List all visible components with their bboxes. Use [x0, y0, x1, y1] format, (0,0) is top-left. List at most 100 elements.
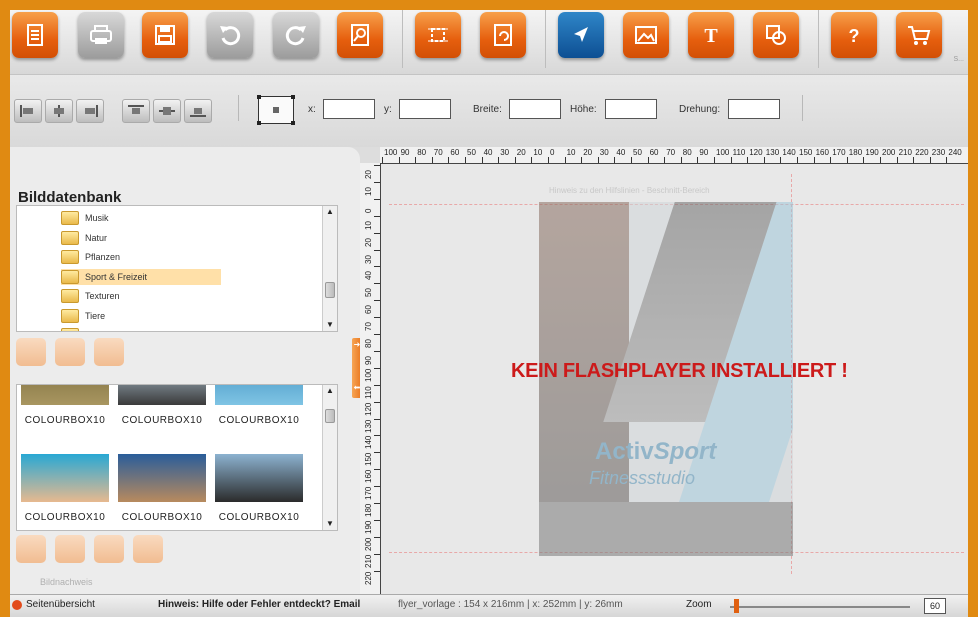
ruler-label: 80 — [417, 148, 427, 157]
folder-item[interactable]: Natur — [61, 230, 107, 246]
vertical-ruler: 20 10 0 10 20 30 40 50 60 70 80 90 100 110 120 130 140 15… — [360, 163, 381, 594]
ruler-label: 150 — [364, 452, 373, 467]
folder-item[interactable]: Pflanzen — [61, 249, 120, 265]
align-middle-button[interactable] — [153, 99, 181, 123]
thumbnail-caption: COLOURBOX10 — [218, 512, 300, 523]
thumbnail-caption: COLOURBOX10 — [218, 415, 300, 426]
gallery-thumbnail[interactable] — [21, 385, 109, 405]
y-input[interactable] — [399, 99, 451, 119]
redo-button[interactable] — [273, 12, 319, 58]
ruler-label: 100 — [384, 148, 398, 157]
document-button[interactable] — [12, 12, 58, 58]
library-action-button[interactable] — [55, 338, 85, 366]
zoom-input[interactable]: 60 — [924, 598, 946, 614]
scroll-thumb[interactable] — [325, 409, 335, 423]
ruler-label: 80 — [364, 339, 373, 348]
ruler-label: 170 — [364, 486, 373, 501]
folder-label: Tiere — [85, 310, 106, 321]
ruler-label: 100 — [716, 148, 730, 157]
image-tool-button[interactable] — [623, 12, 669, 58]
canvas-hint: Hinweis zu den Hilfslinien - Beschnitt-B… — [549, 186, 710, 195]
folder-item[interactable]: Urlaub & Reisen — [61, 327, 151, 331]
ruler-label: 180 — [364, 503, 373, 517]
ruler-label: 50 — [467, 148, 476, 157]
gallery-thumbnail[interactable] — [215, 385, 303, 405]
rotation-input[interactable] — [728, 99, 780, 119]
ruler-label: 210 — [364, 554, 373, 568]
ruler-tick — [374, 536, 380, 538]
width-input[interactable] — [509, 99, 561, 119]
align-left-button[interactable] — [14, 99, 42, 123]
x-input[interactable] — [323, 99, 375, 119]
help-hint[interactable]: Hinweis: Hilfe oder Fehler entdeckt? Ema… — [158, 599, 360, 610]
shapes-tool-button[interactable] — [753, 12, 799, 58]
design-canvas[interactable]: Hinweis zu den Hilfslinien - Beschnitt-B… — [381, 164, 968, 594]
ruler-label: 80 — [682, 148, 692, 157]
library-footer-text: Bildnachweis — [40, 577, 93, 587]
folder-icon — [61, 269, 79, 284]
flash-warning: KEIN FLASHPLAYER INSTALLIERT ! — [511, 360, 848, 382]
scroll-down-icon[interactable]: ▼ — [323, 319, 337, 331]
pages-overview-link[interactable]: Seitenübersicht — [26, 599, 95, 610]
ruler-label: 110 — [364, 385, 373, 399]
folder-item[interactable]: Tiere — [61, 308, 105, 324]
tree-scrollbar[interactable]: ▲ ▼ — [322, 206, 337, 331]
gallery-thumbnail[interactable] — [21, 454, 109, 502]
folder-icon — [61, 250, 79, 264]
svg-text:T: T — [704, 25, 718, 47]
save-button[interactable] — [142, 12, 188, 58]
crop-button[interactable] — [415, 12, 461, 58]
ruler-tick — [747, 157, 749, 163]
scroll-up-icon[interactable]: ▲ — [323, 206, 337, 218]
height-input[interactable] — [605, 99, 657, 119]
folder-item[interactable]: Sport & Freizeit — [61, 268, 221, 285]
folder-item[interactable]: Musik — [61, 210, 109, 226]
undo-button[interactable] — [207, 12, 253, 58]
ruler-tick — [374, 401, 380, 403]
ruler-tick — [374, 519, 380, 521]
ruler-label: 70 — [666, 148, 676, 157]
help-button[interactable]: ? — [831, 12, 877, 58]
scroll-down-icon[interactable]: ▼ — [323, 518, 337, 530]
folder-item[interactable]: Texturen — [61, 288, 120, 304]
ruler-tick — [374, 384, 380, 386]
scroll-thumb[interactable] — [325, 282, 335, 298]
ruler-label: 220 — [915, 148, 929, 157]
ruler-tick — [813, 157, 815, 163]
library-action-button[interactable] — [55, 535, 85, 563]
library-action-button[interactable] — [94, 338, 124, 366]
ruler-tick — [697, 157, 699, 163]
folder-icon — [61, 289, 79, 303]
ruler-label: 40 — [616, 148, 626, 157]
scroll-up-icon[interactable]: ▲ — [323, 385, 337, 397]
align-bottom-button[interactable] — [184, 99, 212, 123]
text-tool-button[interactable]: T — [688, 12, 734, 58]
pages-icon[interactable] — [12, 600, 22, 610]
library-action-button[interactable] — [133, 535, 163, 563]
library-action-button[interactable] — [16, 338, 46, 366]
zoom-slider-knob[interactable] — [733, 599, 739, 613]
folder-icon — [61, 328, 79, 331]
library-action-button[interactable] — [16, 535, 46, 563]
gallery-scrollbar[interactable]: ▲ ▼ — [322, 385, 337, 530]
ruler-label: 140 — [782, 148, 796, 157]
align-right-button[interactable] — [76, 99, 104, 123]
ruler-label: 120 — [364, 402, 373, 416]
ruler-tick — [374, 469, 380, 471]
ruler-tick — [465, 157, 466, 163]
print-button[interactable] — [78, 12, 124, 58]
rotate-page-button[interactable] — [480, 12, 526, 58]
gallery-thumbnail[interactable] — [118, 385, 206, 405]
gallery-thumbnail[interactable] — [118, 454, 206, 502]
zoom-slider[interactable] — [730, 606, 910, 608]
align-center-button[interactable] — [45, 99, 73, 123]
ruler-label: 210 — [898, 148, 912, 157]
cart-button[interactable] — [896, 12, 942, 58]
gallery-thumbnail[interactable] — [215, 454, 303, 502]
align-top-button[interactable] — [122, 99, 150, 123]
ruler-label: 200 — [882, 148, 896, 157]
library-action-button[interactable] — [94, 535, 124, 563]
zoom-page-button[interactable] — [337, 12, 383, 58]
ruler-label: 60 — [450, 148, 460, 157]
select-tool-button[interactable] — [558, 12, 604, 58]
